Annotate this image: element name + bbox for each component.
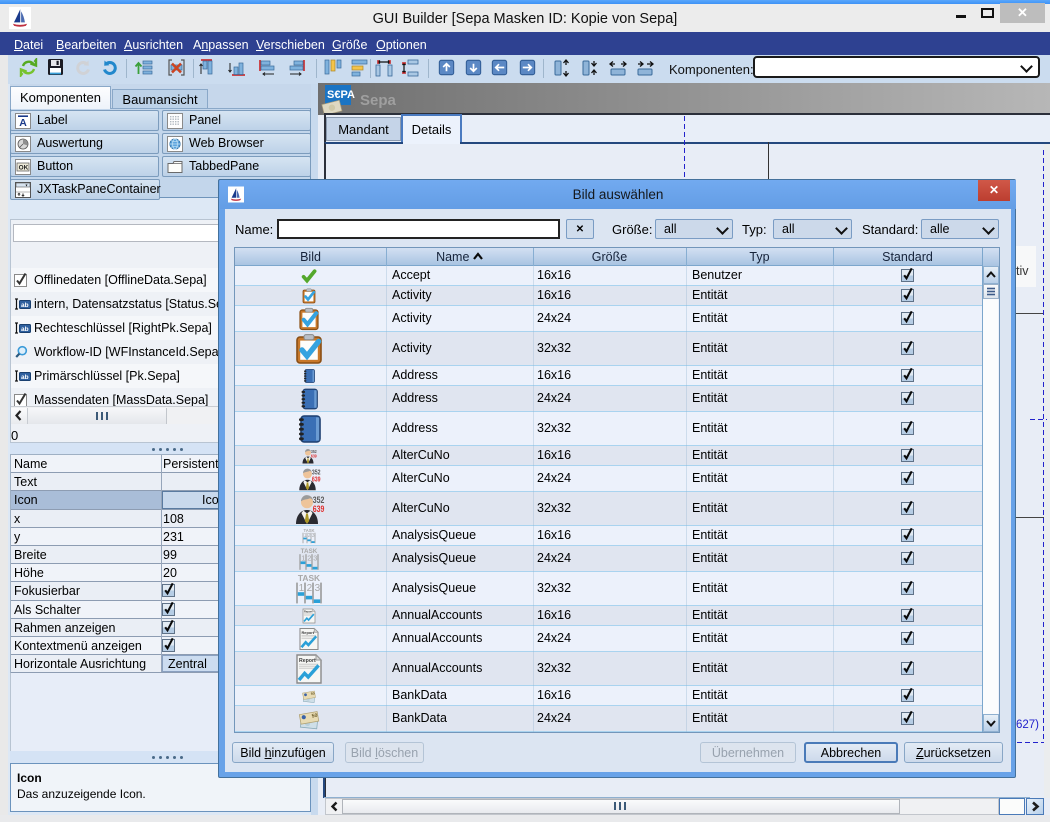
svg-text:Report: Report: [299, 658, 316, 664]
svg-text:OK: OK: [19, 165, 29, 172]
svg-text:352: 352: [312, 469, 321, 476]
svg-text:ab: ab: [21, 302, 29, 309]
svg-text:50: 50: [311, 713, 318, 720]
svg-text:3: 3: [315, 583, 321, 594]
svg-text:A: A: [19, 117, 27, 129]
svg-text:639: 639: [313, 504, 325, 514]
svg-text:3: 3: [313, 554, 317, 563]
svg-text:639: 639: [312, 476, 321, 483]
svg-text:ab: ab: [21, 326, 29, 333]
svg-text:S€PA: S€PA: [327, 89, 355, 101]
svg-text:2: 2: [307, 583, 313, 594]
svg-text:Report: Report: [304, 610, 312, 614]
svg-text:ab: ab: [21, 374, 29, 381]
svg-text:2: 2: [307, 554, 311, 563]
svg-text:TASK: TASK: [298, 573, 320, 583]
svg-text:1: 1: [301, 554, 305, 563]
svg-text:Report: Report: [302, 630, 315, 635]
svg-text:3: 3: [312, 533, 315, 539]
svg-text:2: 2: [308, 533, 311, 539]
svg-text:639: 639: [311, 454, 317, 459]
